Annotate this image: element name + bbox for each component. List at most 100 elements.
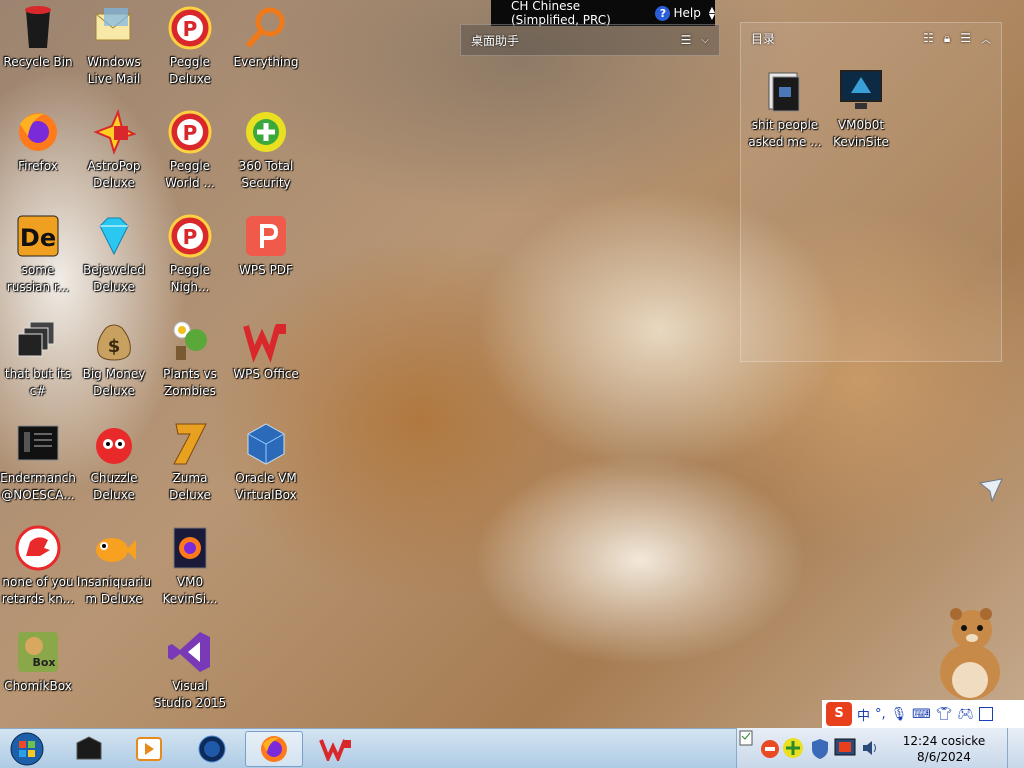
mail-icon xyxy=(95,8,131,41)
ime-mode-toggle[interactable]: 中 xyxy=(857,705,870,724)
language-label[interactable]: CH Chinese (Simplified, PRC) xyxy=(511,0,645,27)
wps-office-icon xyxy=(319,739,351,761)
microphone-icon[interactable]: 🎙︎ xyxy=(891,707,908,722)
taskbar-item-firefox[interactable] xyxy=(245,731,303,767)
de-app-icon: De xyxy=(17,215,59,257)
taskbar-item-media-player[interactable] xyxy=(120,731,178,767)
desktop-icon[interactable]: none of you retards kn... xyxy=(0,524,76,608)
desktop-icon[interactable]: P Peggle Nigh... xyxy=(152,212,228,296)
desktop-icon[interactable]: P Peggle Deluxe xyxy=(152,4,228,88)
show-desktop-button[interactable] xyxy=(1007,728,1024,768)
magnifier-icon xyxy=(245,7,285,48)
firefox-file-icon xyxy=(173,527,207,569)
desktop-icon[interactable]: Windows Live Mail xyxy=(76,4,152,88)
mouse-cursor-icon xyxy=(978,478,1003,503)
desktop-icon[interactable]: 360 Total Security xyxy=(228,108,304,192)
fence-desktop-helper: 桌面助手 ☰ ⌵ xyxy=(460,24,720,56)
desktop-icon[interactable]: WPS PDF xyxy=(228,212,304,279)
lock-icon[interactable]: 🔒︎ xyxy=(944,31,950,46)
hamster-box-icon: Box xyxy=(18,632,58,672)
start-button[interactable] xyxy=(4,731,50,767)
gamepad-icon[interactable]: 🎮︎ xyxy=(957,707,974,722)
desktop-icon-label: that but its c# xyxy=(4,367,72,398)
desktop-icon[interactable]: Insaniquarium Deluxe xyxy=(76,524,152,608)
menu-icon[interactable]: ☰ xyxy=(681,33,692,47)
peggle-icon: P xyxy=(168,6,212,50)
help-button[interactable]: ? Help xyxy=(655,5,701,21)
language-bar[interactable]: CH Chinese (Simplified, PRC) ? Help ▲ ▼ xyxy=(491,0,715,27)
notes-icon[interactable] xyxy=(739,730,753,746)
desktop-icon[interactable]: VM0 KevinSi... xyxy=(152,524,228,608)
desktop-icon[interactable]: Oracle VM VirtualBox xyxy=(228,420,304,504)
desktop-icon[interactable]: De some russian r... xyxy=(0,212,76,296)
recorder-icon[interactable] xyxy=(759,738,781,760)
desktop-icon-label: Plants vs Zombies xyxy=(163,367,217,398)
svg-text:P: P xyxy=(183,121,198,145)
network-monitor-icon[interactable] xyxy=(833,736,861,762)
desktop-icon[interactable]: Firefox xyxy=(0,108,76,175)
globe-icon xyxy=(198,735,226,763)
desktop-icon-label: Recycle Bin xyxy=(3,55,73,69)
desktop-icon[interactable]: Chuzzle Deluxe xyxy=(76,420,152,504)
taskbar-item-globe[interactable] xyxy=(183,731,241,767)
desktop-icon-label: Visual Studio 2015 xyxy=(153,679,227,710)
recycle-bin-icon xyxy=(25,6,51,48)
desktop-icon[interactable]: Recycle Bin xyxy=(0,4,76,71)
desktop-icon[interactable]: WPS Office xyxy=(228,316,304,383)
ime-toolbar[interactable]: S 中 °, 🎙︎ ⌨ 👕︎ 🎮︎ xyxy=(822,700,1024,728)
shield-icon[interactable] xyxy=(811,738,829,760)
fence-directory-header[interactable]: 目录 ☷ 🔒︎ ☰ ︿ xyxy=(741,23,1001,53)
fence-title: 桌面助手 xyxy=(471,33,520,48)
desktop-icon[interactable]: $ Big Money Deluxe xyxy=(76,316,152,400)
svg-text:Box: Box xyxy=(32,656,55,669)
desktop-icon[interactable]: Box ChomikBox xyxy=(0,628,76,695)
clock[interactable]: 12:24 cosicke 8/6/2024 xyxy=(880,733,1008,765)
desktop-icon-label: Oracle VM VirtualBox xyxy=(235,471,297,502)
clock-time: 12:24 cosicke xyxy=(902,734,986,748)
peggle-icon: P xyxy=(168,214,212,258)
chuzzle-icon xyxy=(96,428,132,464)
desktop-icon[interactable]: AstroPop Deluxe xyxy=(76,108,152,192)
desktop-icon-label: WPS Office xyxy=(233,367,299,381)
desktop-icon-label: Endermanch @NOESCA... xyxy=(0,471,76,502)
desktop-icon[interactable]: Everything xyxy=(228,4,304,71)
list-view-icon[interactable]: ☷ xyxy=(923,31,934,45)
fence-desktop-helper-header[interactable]: 桌面助手 ☰ ⌵ xyxy=(461,25,719,55)
keyboard-icon[interactable]: ⌨ xyxy=(912,707,931,722)
ime-punctuation-toggle[interactable]: °, xyxy=(875,707,886,722)
sogou-logo-icon[interactable]: S xyxy=(826,702,852,726)
desktop-icon[interactable]: Visual Studio 2015 xyxy=(152,628,228,712)
chevron-up-icon[interactable]: ︿ xyxy=(981,31,991,46)
language-bar-scroll-icon[interactable]: ▲ ▼ xyxy=(709,6,715,21)
desktop-icon[interactable]: Zuma Deluxe xyxy=(152,420,228,504)
svg-text:P: P xyxy=(183,225,198,249)
chevron-down-icon[interactable]: ⌵ xyxy=(701,35,709,46)
grid-menu-icon[interactable] xyxy=(978,707,993,721)
fence-title: 目录 xyxy=(751,31,776,46)
desktop-icon-label: VM0 KevinSi... xyxy=(162,575,218,606)
desktop-icon[interactable]: P Peggle World ... xyxy=(152,108,228,192)
taskbar-item-explorer[interactable] xyxy=(60,731,118,767)
fence-item-vm0b0t[interactable]: VM0b0t KevinSite xyxy=(823,67,899,151)
windows-orb-icon xyxy=(10,732,44,766)
desktop-icon[interactable]: that but its c# xyxy=(0,316,76,400)
virtualbox-icon xyxy=(247,423,285,465)
desktop-icon[interactable]: Bejeweled Deluxe xyxy=(76,212,152,296)
help-icon: ? xyxy=(655,5,671,21)
desktop-icon[interactable]: Endermanch @NOESCA... xyxy=(0,420,76,504)
help-label: Help xyxy=(673,6,701,20)
menu-icon[interactable]: ☰ xyxy=(960,31,971,45)
goldfish-icon xyxy=(96,538,136,562)
skin-icon[interactable]: 👕︎ xyxy=(936,707,953,722)
media-player-icon xyxy=(136,737,162,761)
volume-icon[interactable] xyxy=(861,738,879,758)
dino-icon xyxy=(15,525,61,571)
360-security-tray-icon[interactable] xyxy=(781,736,805,760)
desktop-icon[interactable]: Plants vs Zombies xyxy=(152,316,228,400)
fence-item-folder[interactable]: shit people asked me ... xyxy=(747,67,823,151)
desktop-icon-label: Peggle Deluxe xyxy=(169,55,211,86)
hamster-pet-icon[interactable] xyxy=(930,602,1010,702)
terminal-icon xyxy=(17,425,59,461)
taskbar-item-wps[interactable] xyxy=(307,731,365,767)
plant-icon xyxy=(173,321,207,360)
